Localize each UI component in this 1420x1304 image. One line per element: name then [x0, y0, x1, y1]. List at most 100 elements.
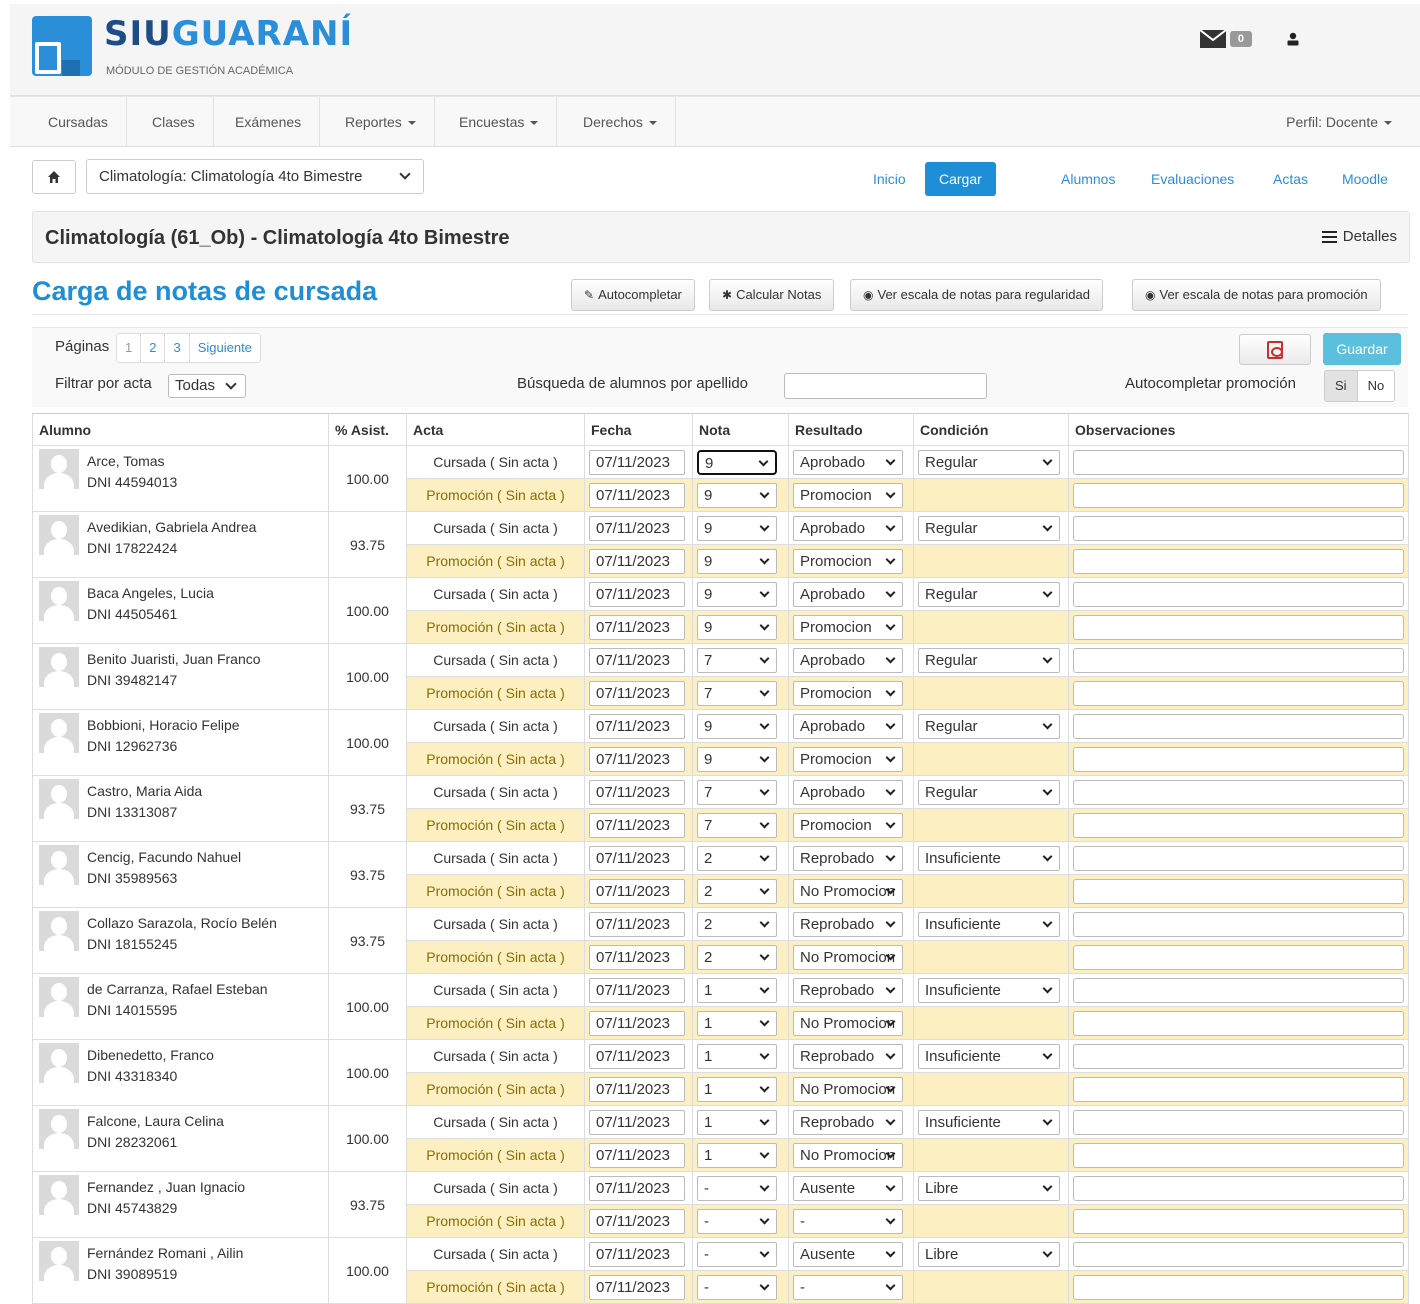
nota-promocion-select[interactable]: 9 — [697, 548, 777, 574]
observaciones-promocion-input[interactable] — [1073, 878, 1404, 904]
condicion-select[interactable]: Regular — [918, 779, 1060, 805]
observaciones-cursada-input[interactable] — [1073, 1109, 1404, 1135]
nota-cursada-select[interactable]: - — [697, 1175, 777, 1201]
observaciones-cursada-input[interactable] — [1073, 647, 1404, 673]
tab-alumnos[interactable]: Alumnos — [1061, 162, 1115, 196]
condicion-select[interactable]: Insuficiente — [918, 911, 1060, 937]
fecha-cursada-input[interactable]: 07/11/2023 — [589, 1241, 685, 1267]
observaciones-cursada-input[interactable] — [1073, 911, 1404, 937]
fecha-promocion-input[interactable]: 07/11/2023 — [589, 1274, 685, 1300]
fecha-cursada-input[interactable]: 07/11/2023 — [589, 779, 685, 805]
observaciones-cursada-input[interactable] — [1073, 845, 1404, 871]
observaciones-cursada-input[interactable] — [1073, 1241, 1404, 1267]
observaciones-cursada-input[interactable] — [1073, 449, 1404, 475]
nota-promocion-select[interactable]: - — [697, 1274, 777, 1300]
fecha-promocion-input[interactable]: 07/11/2023 — [589, 614, 685, 640]
resultado-promocion-select[interactable]: Promocion — [793, 746, 903, 772]
nota-cursada-select[interactable]: 2 — [697, 845, 777, 871]
nota-promocion-select[interactable]: 7 — [697, 812, 777, 838]
observaciones-promocion-input[interactable] — [1073, 812, 1404, 838]
nota-cursada-select[interactable]: 7 — [697, 647, 777, 673]
resultado-promocion-select[interactable]: Promocion — [793, 482, 903, 508]
fecha-cursada-input[interactable]: 07/11/2023 — [589, 647, 685, 673]
nota-cursada-select[interactable]: 9 — [697, 713, 777, 739]
condicion-select[interactable]: Insuficiente — [918, 1043, 1060, 1069]
ver-escala-regularidad-button[interactable]: ◉ Ver escala de notas para regularidad — [850, 279, 1103, 311]
resultado-cursada-select[interactable]: Reprobado — [793, 977, 903, 1003]
observaciones-cursada-input[interactable] — [1073, 779, 1404, 805]
resultado-promocion-select[interactable]: No Promocion — [793, 1142, 903, 1168]
observaciones-cursada-input[interactable] — [1073, 1175, 1404, 1201]
resultado-promocion-select[interactable]: Promocion — [793, 680, 903, 706]
nota-promocion-select[interactable]: 7 — [697, 680, 777, 706]
tab-moodle[interactable]: Moodle — [1342, 162, 1388, 196]
resultado-cursada-select[interactable]: Aprobado — [793, 581, 903, 607]
ver-escala-promocion-button[interactable]: ◉ Ver escala de notas para promoción — [1132, 279, 1381, 311]
fecha-promocion-input[interactable]: 07/11/2023 — [589, 1142, 685, 1168]
resultado-promocion-select[interactable]: Promocion — [793, 548, 903, 574]
resultado-promocion-select[interactable]: No Promocion — [793, 1010, 903, 1036]
fecha-cursada-input[interactable]: 07/11/2023 — [589, 845, 685, 871]
fecha-promocion-input[interactable]: 07/11/2023 — [589, 944, 685, 970]
nota-cursada-select[interactable]: 1 — [697, 977, 777, 1003]
search-apellido-input[interactable] — [784, 373, 987, 399]
nota-cursada-select[interactable]: 9 — [697, 515, 777, 541]
observaciones-promocion-input[interactable] — [1073, 482, 1404, 508]
fecha-promocion-input[interactable]: 07/11/2023 — [589, 482, 685, 508]
condicion-select[interactable]: Libre — [918, 1241, 1060, 1267]
user-icon[interactable] — [1286, 32, 1300, 46]
calcular-notas-button[interactable]: ✱ Calcular Notas — [709, 279, 835, 311]
observaciones-promocion-input[interactable] — [1073, 680, 1404, 706]
nota-promocion-select[interactable]: - — [697, 1208, 777, 1234]
nota-promocion-select[interactable]: 9 — [697, 746, 777, 772]
fecha-promocion-input[interactable]: 07/11/2023 — [589, 746, 685, 772]
nota-promocion-select[interactable]: 1 — [697, 1076, 777, 1102]
nota-promocion-select[interactable]: 9 — [697, 614, 777, 640]
nav-encuestas[interactable]: Encuestas — [441, 97, 558, 147]
fecha-cursada-input[interactable]: 07/11/2023 — [589, 1109, 685, 1135]
condicion-select[interactable]: Regular — [918, 581, 1060, 607]
nota-cursada-select[interactable]: 7 — [697, 779, 777, 805]
resultado-cursada-select[interactable]: Aprobado — [793, 449, 903, 475]
nota-promocion-select[interactable]: 9 — [697, 482, 777, 508]
condicion-select[interactable]: Regular — [918, 647, 1060, 673]
toggle-si[interactable]: Si — [1325, 371, 1358, 401]
nav-examenes[interactable]: Exámenes — [217, 97, 321, 147]
resultado-promocion-select[interactable]: - — [793, 1208, 903, 1234]
observaciones-cursada-input[interactable] — [1073, 977, 1404, 1003]
resultado-cursada-select[interactable]: Aprobado — [793, 779, 903, 805]
fecha-cursada-input[interactable]: 07/11/2023 — [589, 515, 685, 541]
page-next[interactable]: Siguiente — [190, 334, 260, 362]
observaciones-promocion-input[interactable] — [1073, 944, 1404, 970]
autocompletar-button[interactable]: ✎ Autocompletar — [571, 279, 695, 311]
nav-reportes[interactable]: Reportes — [327, 97, 435, 147]
resultado-promocion-select[interactable]: No Promocion — [793, 878, 903, 904]
condicion-select[interactable]: Libre — [918, 1175, 1060, 1201]
nav-cursadas[interactable]: Cursadas — [30, 97, 127, 147]
observaciones-promocion-input[interactable] — [1073, 1274, 1404, 1300]
tab-actas[interactable]: Actas — [1273, 162, 1308, 196]
tab-cargar-notas[interactable]: Cargar Notas — [925, 162, 996, 221]
observaciones-promocion-input[interactable] — [1073, 1010, 1404, 1036]
resultado-promocion-select[interactable]: - — [793, 1274, 903, 1300]
resultado-cursada-select[interactable]: Ausente — [793, 1175, 903, 1201]
observaciones-cursada-input[interactable] — [1073, 515, 1404, 541]
observaciones-cursada-input[interactable] — [1073, 1043, 1404, 1069]
condicion-select[interactable]: Insuficiente — [918, 845, 1060, 871]
observaciones-promocion-input[interactable] — [1073, 1076, 1404, 1102]
fecha-promocion-input[interactable]: 07/11/2023 — [589, 1208, 685, 1234]
condicion-select[interactable]: Regular — [918, 515, 1060, 541]
resultado-cursada-select[interactable]: Aprobado — [793, 515, 903, 541]
condicion-select[interactable]: Insuficiente — [918, 977, 1060, 1003]
pdf-export-button[interactable] — [1239, 334, 1311, 365]
tab-inicio[interactable]: Inicio — [873, 162, 906, 196]
resultado-promocion-select[interactable]: Promocion — [793, 614, 903, 640]
detalles-button[interactable]: Detalles — [1321, 228, 1397, 245]
course-select[interactable]: Climatología: Climatología 4to Bimestre — [86, 159, 424, 194]
fecha-promocion-input[interactable]: 07/11/2023 — [589, 878, 685, 904]
nota-cursada-select[interactable]: 9 — [697, 449, 777, 475]
messages-button[interactable]: 0 — [1199, 30, 1252, 48]
nota-promocion-select[interactable]: 2 — [697, 878, 777, 904]
fecha-cursada-input[interactable]: 07/11/2023 — [589, 1175, 685, 1201]
observaciones-promocion-input[interactable] — [1073, 548, 1404, 574]
